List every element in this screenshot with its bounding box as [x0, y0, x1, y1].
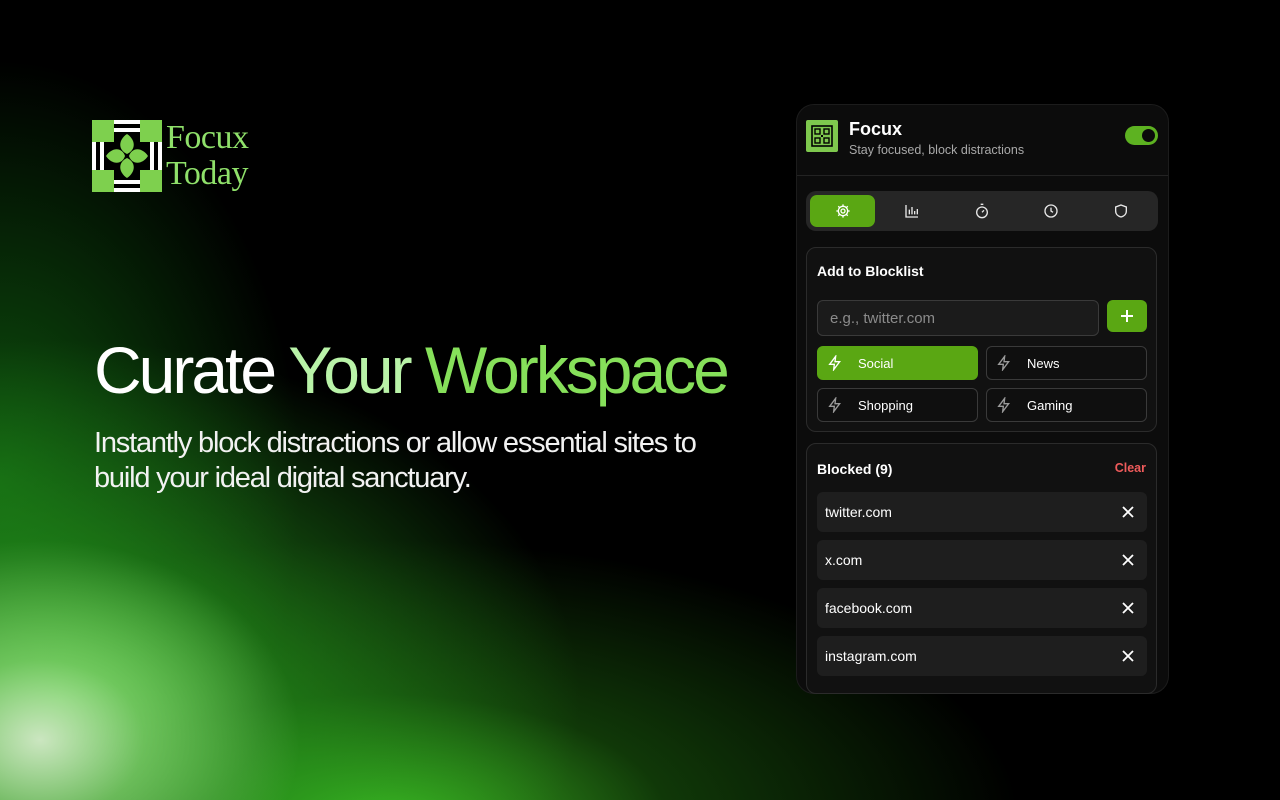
- blocked-site-name: x.com: [825, 552, 863, 568]
- popup-header: Focux Stay focused, block distractions: [797, 105, 1168, 176]
- add-site-button[interactable]: [1107, 300, 1147, 332]
- blocked-list-card: Blocked (9) Clear twitter.com x.com face…: [806, 443, 1157, 694]
- blocked-site-name: instagram.com: [825, 648, 917, 664]
- headline-word-1: Curate: [94, 333, 277, 407]
- app-icon: [806, 120, 838, 152]
- site-input[interactable]: [817, 300, 1099, 336]
- headline-word-2: Your: [288, 333, 412, 407]
- category-label: Gaming: [1027, 397, 1073, 413]
- blocked-site-row: instagram.com: [817, 636, 1147, 676]
- blocked-site-name: facebook.com: [825, 600, 913, 616]
- master-toggle[interactable]: [1125, 126, 1158, 145]
- category-label: Social: [858, 355, 894, 371]
- category-news-button[interactable]: News: [986, 346, 1147, 380]
- brand-logo: Focux Today: [92, 120, 249, 192]
- qr-logo-icon: [811, 125, 833, 147]
- toggle-knob: [1142, 129, 1155, 142]
- blocked-site-row: twitter.com: [817, 492, 1147, 532]
- close-icon[interactable]: [1121, 505, 1135, 519]
- tab-bar: [806, 191, 1158, 231]
- bolt-icon: [828, 397, 841, 413]
- add-blocklist-title: Add to Blocklist: [817, 263, 924, 279]
- close-icon[interactable]: [1121, 649, 1135, 663]
- plus-icon: [1121, 310, 1133, 322]
- close-icon[interactable]: [1121, 553, 1135, 567]
- stopwatch-icon: [975, 203, 988, 219]
- bar-chart-icon: [904, 205, 918, 218]
- bolt-icon: [997, 397, 1010, 413]
- add-blocklist-card: Add to Blocklist Social News Shopping Ga…: [806, 247, 1157, 432]
- category-label: News: [1027, 355, 1060, 371]
- tab-schedule[interactable]: [1018, 195, 1083, 227]
- tab-stats[interactable]: [879, 195, 944, 227]
- gear-icon: [835, 204, 850, 218]
- blocked-site-row: facebook.com: [817, 588, 1147, 628]
- tab-settings[interactable]: [810, 195, 875, 227]
- blocked-site-name: twitter.com: [825, 504, 892, 520]
- tab-timer[interactable]: [949, 195, 1014, 227]
- tab-protection[interactable]: [1088, 195, 1153, 227]
- category-label: Shopping: [858, 397, 913, 413]
- extension-popup: Focux Stay focused, block distractions A…: [796, 104, 1169, 694]
- app-subtitle: Stay focused, block distractions: [849, 143, 1025, 157]
- category-gaming-button[interactable]: Gaming: [986, 388, 1147, 422]
- blocked-site-row: x.com: [817, 540, 1147, 580]
- app-name: Focux: [849, 119, 903, 139]
- logo-mark-icon: [92, 120, 162, 192]
- logo-text-line1: Focux: [166, 119, 249, 156]
- clear-all-button[interactable]: Clear: [1115, 461, 1146, 475]
- headline-word-3: Workspace: [424, 333, 730, 407]
- close-icon[interactable]: [1121, 601, 1135, 615]
- bolt-icon: [997, 355, 1010, 371]
- logo-text-line2: Today: [166, 155, 248, 192]
- shield-icon: [1114, 204, 1127, 218]
- category-shopping-button[interactable]: Shopping: [817, 388, 978, 422]
- hero-headline: Curate Your Workspace: [94, 332, 730, 408]
- clock-icon: [1043, 204, 1058, 218]
- blocked-count-title: Blocked (9): [817, 461, 893, 477]
- category-social-button[interactable]: Social: [817, 346, 978, 380]
- bolt-icon: [828, 355, 841, 371]
- hero-subline: Instantly block distractions or allow es…: [94, 427, 697, 494]
